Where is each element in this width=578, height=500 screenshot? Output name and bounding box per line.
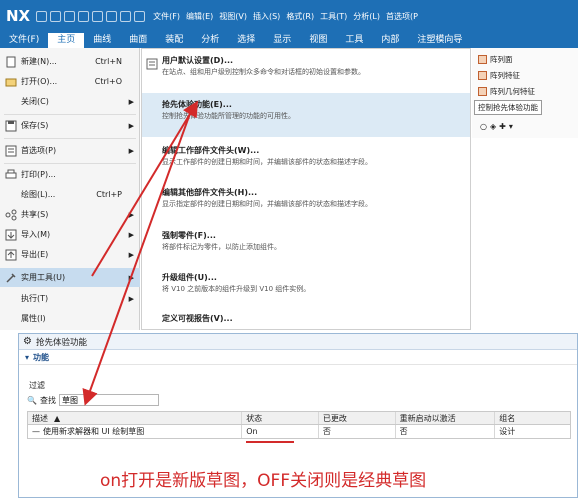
arrow-to-search (82, 107, 193, 406)
arrow-to-early-access (91, 100, 199, 277)
annotation-arrows (82, 100, 199, 406)
